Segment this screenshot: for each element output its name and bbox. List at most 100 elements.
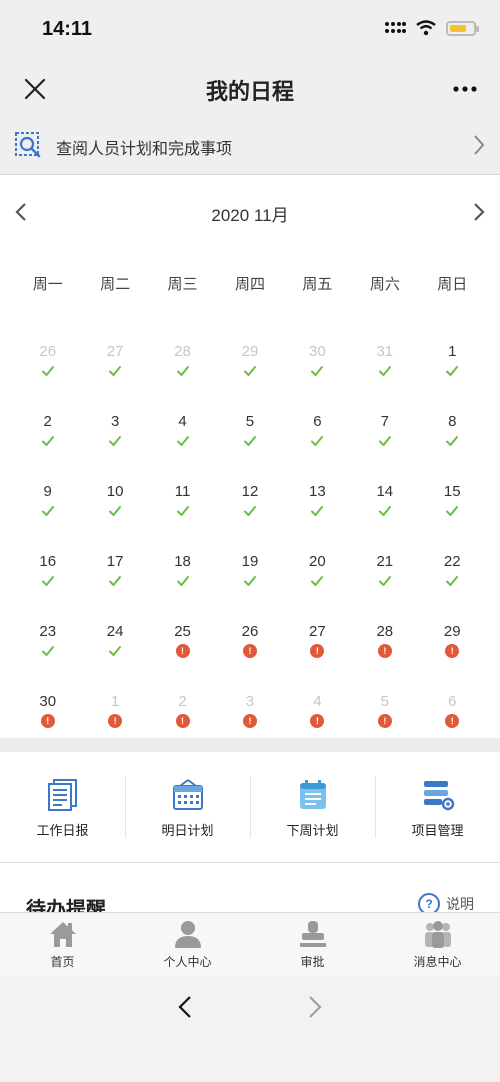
weekday-label: 周五 [302,276,333,293]
day-number: 31 [376,343,394,360]
day-number: 12 [241,483,259,500]
day-number: 28 [174,343,191,360]
calendar-day[interactable]: 29 [216,343,283,413]
day-number: 26 [241,623,259,640]
month-label: 2020 11月 [211,206,289,225]
work-report-icon [48,779,77,811]
calendar: 2020 11月 周一 周二 周三 周四 周五 周六 周日 26 27 28 29 30… [0,175,500,738]
lookup-row[interactable]: 查阅人员计划和完成事项 [0,118,500,175]
work-report-button[interactable]: 工作日报 [0,752,125,862]
alert-icon: ! [310,644,325,658]
day-number: 30 [39,693,57,710]
check-icon [446,366,459,376]
quick-label: 明日计划 [161,823,214,838]
calendar-day[interactable]: 26! [216,623,283,693]
tomorrow-plan-button[interactable]: 明日计划 [125,752,250,862]
weekday-header: 周一 周二 周三 周四 周五 周六 周日 [14,273,486,294]
calendar-day[interactable]: 30 [284,343,351,413]
check-icon [243,436,256,446]
calendar-day[interactable]: 15 [419,483,486,553]
day-number: 5 [245,413,255,430]
calendar-day[interactable]: 29! [419,623,486,693]
weekday-label: 周一 [32,276,63,293]
day-number: 24 [106,623,124,640]
calendar-day[interactable]: 9 [14,483,81,553]
calendar-day[interactable]: 7 [351,413,418,483]
calendar-day[interactable]: 4 [149,413,216,483]
alert-icon: ! [242,714,257,728]
calendar-day[interactable]: 28! [351,623,418,693]
calendar-day[interactable]: 27 [81,343,148,413]
day-number: 27 [106,343,124,360]
calendar-day[interactable]: 2 [14,413,81,483]
calendar-day[interactable]: 31 [351,343,418,413]
calendar-day[interactable]: 16 [14,553,81,623]
alert-icon: ! [377,714,392,728]
day-number: 16 [39,553,57,570]
project-management-button[interactable]: 项目管理 [375,752,500,862]
next-week-plan-button[interactable]: 下周计划 [250,752,375,862]
calendar-day[interactable]: 3 [81,413,148,483]
todo-section: 待办提醒 ? 说明 [0,863,500,913]
tab-home[interactable]: 首页 [0,913,125,977]
next-month-button[interactable] [472,202,486,222]
day-number: 17 [106,553,124,570]
check-icon [311,366,324,376]
back-button[interactable] [175,994,195,1020]
day-number: 13 [309,483,326,500]
day-number: 18 [174,553,191,570]
check-icon [311,506,324,516]
help-button[interactable]: ? 说明 [418,893,474,913]
tab-personal-center[interactable]: 个人中心 [125,913,250,977]
calendar-day[interactable]: 11 [149,483,216,553]
check-icon [109,506,122,516]
check-icon [243,506,256,516]
calendar-day[interactable]: 27! [284,623,351,693]
day-number: 29 [443,623,461,640]
calendar-day[interactable]: 22 [419,553,486,623]
calendar-day[interactable]: 17 [81,553,148,623]
calendar-day[interactable]: 28 [149,343,216,413]
help-icon: ? [418,893,440,913]
check-icon [243,366,256,376]
status-icons [384,20,479,36]
calendar-day[interactable]: 24 [81,623,148,693]
day-number: 4 [178,413,187,430]
forward-button[interactable] [305,994,325,1020]
calendar-day[interactable]: 13 [284,483,351,553]
calendar-day[interactable]: 18 [149,553,216,623]
calendar-day[interactable]: 1 [419,343,486,413]
calendar-day[interactable]: 25! [149,623,216,693]
day-number: 26 [39,343,57,360]
day-number: 9 [43,483,52,500]
todo-title: 待办提醒 [26,899,106,913]
nav-bar: 我的日程 [0,60,500,118]
calendar-day[interactable]: 12 [216,483,283,553]
lookup-label: 查阅人员计划和完成事项 [56,141,233,158]
day-number: 8 [448,413,457,430]
calendar-day[interactable]: 26 [14,343,81,413]
day-number: 20 [309,553,326,570]
calendar-day[interactable]: 23 [14,623,81,693]
section-divider [0,738,500,752]
calendar-day[interactable]: 6 [284,413,351,483]
help-label: 说明 [446,896,474,912]
status-bar: 14:11 [0,0,500,60]
check-icon [243,576,256,586]
tab-approval[interactable]: 审批 [250,913,375,977]
calendar-day[interactable]: 21 [351,553,418,623]
tab-label: 消息中心 [413,955,462,969]
calendar-day[interactable]: 20 [284,553,351,623]
alert-icon: ! [108,714,123,728]
calendar-day[interactable]: 8 [419,413,486,483]
more-icon[interactable] [452,76,478,102]
calendar-day[interactable]: 10 [81,483,148,553]
calendar-day[interactable]: 14 [351,483,418,553]
calendar-day[interactable]: 19 [216,553,283,623]
check-icon [109,576,122,586]
tab-message-center[interactable]: 消息中心 [375,913,500,977]
tomorrow-plan-icon [173,779,203,810]
calendar-day[interactable]: 5 [216,413,283,483]
alert-icon: ! [377,644,392,658]
check-icon [378,436,391,446]
